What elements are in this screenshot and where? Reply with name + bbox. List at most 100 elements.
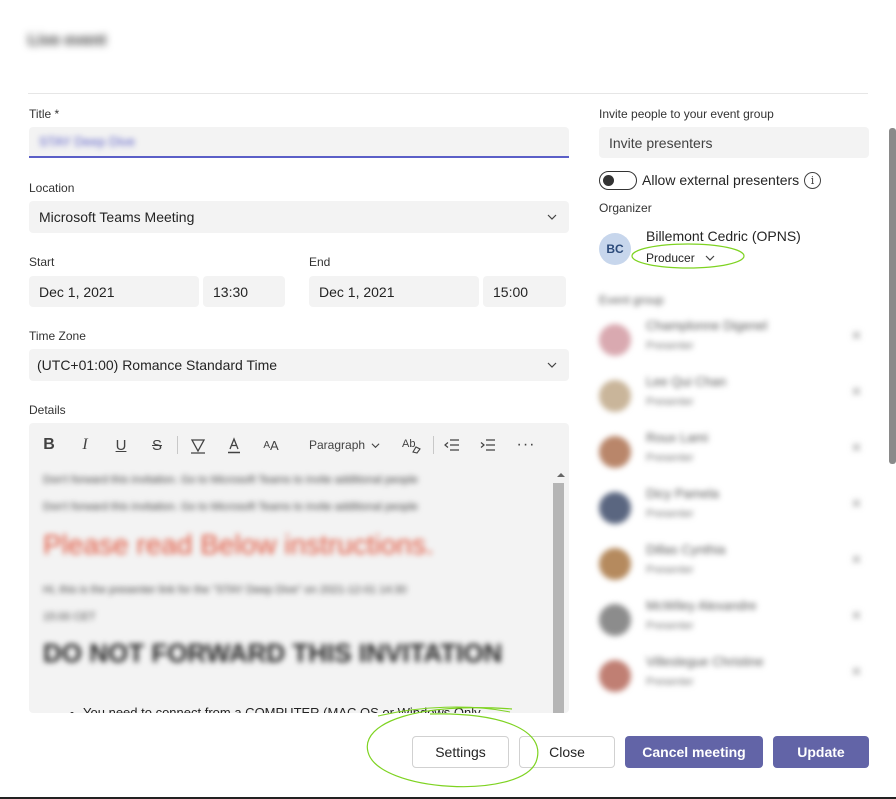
event-group-member: Lee Qui Chan Presenter ✕ bbox=[599, 374, 869, 418]
increase-indent-icon[interactable] bbox=[479, 435, 497, 455]
avatar bbox=[599, 548, 631, 580]
member-name: Lee Qui Chan bbox=[646, 374, 727, 389]
chevron-down-icon bbox=[547, 214, 557, 220]
member-role[interactable]: Presenter bbox=[646, 564, 694, 576]
paragraph-label: Paragraph bbox=[309, 438, 366, 452]
paragraph-dropdown[interactable]: Paragraph bbox=[309, 435, 380, 455]
timezone-label: Time Zone bbox=[29, 329, 86, 343]
panel-scrollbar[interactable] bbox=[889, 128, 896, 464]
event-group-member: Dicy Pamela Presenter ✕ bbox=[599, 486, 869, 530]
remove-member-icon[interactable]: ✕ bbox=[851, 664, 862, 680]
dialog-title: Live event bbox=[28, 32, 107, 49]
organizer-name: Billemont Cedric (OPNS) bbox=[646, 228, 801, 244]
details-line: 15:00 CET bbox=[43, 611, 96, 623]
remove-member-icon[interactable]: ✕ bbox=[851, 496, 862, 512]
member-role[interactable]: Presenter bbox=[646, 340, 694, 352]
details-label: Details bbox=[29, 403, 66, 417]
italic-icon[interactable]: I bbox=[77, 435, 93, 455]
title-value: STAY Deep Dive bbox=[39, 134, 136, 149]
invite-label: Invite people to your event group bbox=[599, 107, 774, 121]
invite-presenters-input[interactable]: Invite presenters bbox=[599, 127, 869, 158]
member-role[interactable]: Presenter bbox=[646, 620, 694, 632]
member-role[interactable]: Presenter bbox=[646, 452, 694, 464]
invite-placeholder: Invite presenters bbox=[609, 134, 713, 151]
remove-member-icon[interactable]: ✕ bbox=[851, 552, 862, 568]
organizer-role: Producer bbox=[646, 251, 695, 265]
avatar bbox=[599, 324, 631, 356]
member-role[interactable]: Presenter bbox=[646, 508, 694, 520]
allow-external-label: Allow external presenters bbox=[642, 172, 800, 188]
event-group-member: McWiley Alexandre Presenter ✕ bbox=[599, 598, 869, 642]
toggle-knob bbox=[603, 175, 614, 186]
underline-icon[interactable]: U bbox=[113, 435, 129, 455]
timezone-dropdown[interactable]: (UTC+01:00) Romance Standard Time bbox=[29, 349, 569, 381]
allow-external-toggle[interactable] bbox=[599, 171, 637, 190]
member-name: Champlonne Digenel bbox=[646, 318, 768, 333]
remove-member-icon[interactable]: ✕ bbox=[851, 608, 862, 624]
details-bullet: ●You need to connect from a COMPUTER (MA… bbox=[69, 705, 481, 713]
start-date-picker[interactable]: Dec 1, 2021 bbox=[29, 276, 199, 307]
location-value: Microsoft Teams Meeting bbox=[39, 209, 195, 225]
event-group-label: Event group bbox=[599, 293, 664, 307]
details-content: Don't forward this invitation. Go to Mic… bbox=[43, 471, 543, 713]
start-date-value: Dec 1, 2021 bbox=[39, 283, 115, 300]
avatar: BC bbox=[599, 233, 631, 265]
cancel-meeting-button[interactable]: Cancel meeting bbox=[625, 736, 763, 768]
details-red-heading: Please read Below instructions. bbox=[43, 529, 434, 560]
remove-member-icon[interactable]: ✕ bbox=[851, 440, 862, 456]
member-name: Dillas Cynthia bbox=[646, 542, 726, 557]
remove-member-icon[interactable]: ✕ bbox=[851, 384, 862, 400]
chevron-down-icon bbox=[705, 255, 715, 261]
scroll-up-arrow-icon[interactable] bbox=[556, 470, 566, 480]
member-name: Dicy Pamela bbox=[646, 486, 719, 501]
organizer-role-dropdown[interactable]: Producer bbox=[646, 251, 715, 265]
editor-scrollbar[interactable] bbox=[553, 483, 564, 713]
start-time-value: 13:30 bbox=[213, 283, 249, 300]
chevron-down-icon bbox=[371, 442, 380, 448]
member-role[interactable]: Presenter bbox=[646, 676, 694, 688]
location-label: Location bbox=[29, 181, 75, 195]
font-color-icon[interactable] bbox=[225, 435, 243, 455]
details-big-heading: DO NOT FORWARD THIS INVITATION bbox=[43, 638, 503, 668]
settings-button[interactable]: Settings bbox=[412, 736, 509, 768]
close-button[interactable]: Close bbox=[519, 736, 615, 768]
decrease-indent-icon[interactable] bbox=[443, 435, 461, 455]
more-options-icon[interactable]: ··· bbox=[517, 435, 535, 455]
start-time-picker[interactable]: 13:30 bbox=[203, 276, 285, 307]
strikethrough-icon[interactable]: S bbox=[149, 435, 165, 455]
update-button[interactable]: Update bbox=[773, 736, 869, 768]
location-dropdown[interactable]: Microsoft Teams Meeting bbox=[29, 201, 569, 233]
toolbar-separator bbox=[433, 436, 434, 454]
member-name: Roux Lami bbox=[646, 430, 709, 445]
avatar bbox=[599, 380, 631, 412]
font-size-icon[interactable]: AA bbox=[261, 435, 281, 455]
remove-member-icon[interactable]: ✕ bbox=[851, 328, 862, 344]
avatar bbox=[599, 492, 631, 524]
toolbar-separator bbox=[177, 436, 178, 454]
format-painter-icon[interactable]: Ab bbox=[401, 435, 423, 455]
highlight-icon[interactable] bbox=[189, 435, 207, 455]
event-group-member: Dillas Cynthia Presenter ✕ bbox=[599, 542, 869, 586]
title-label: Title * bbox=[29, 107, 60, 121]
start-label: Start bbox=[29, 255, 55, 269]
end-label: End bbox=[309, 255, 331, 269]
details-line: Don't forward this invitation. Go to Mic… bbox=[43, 501, 418, 513]
info-icon[interactable]: i bbox=[804, 172, 821, 189]
avatar bbox=[599, 436, 631, 468]
member-role[interactable]: Presenter bbox=[646, 396, 694, 408]
end-time-picker[interactable]: 15:00 bbox=[483, 276, 566, 307]
avatar bbox=[599, 604, 631, 636]
formatting-toolbar: B I U S AA Paragraph Ab ··· bbox=[29, 423, 569, 467]
svg-text:Ab: Ab bbox=[402, 438, 415, 450]
member-name: McWiley Alexandre bbox=[646, 598, 757, 613]
timezone-value: (UTC+01:00) Romance Standard Time bbox=[37, 357, 278, 373]
avatar bbox=[599, 660, 631, 692]
details-bullet-text: You need to connect from a COMPUTER (MAC… bbox=[83, 705, 481, 713]
bold-icon[interactable]: B bbox=[41, 435, 57, 455]
end-date-picker[interactable]: Dec 1, 2021 bbox=[309, 276, 479, 307]
header-divider bbox=[28, 93, 868, 94]
details-editor[interactable]: B I U S AA Paragraph Ab ··· Don't forwar… bbox=[29, 423, 569, 713]
details-line: Hi, this is the presenter link for the "… bbox=[43, 584, 407, 596]
title-input[interactable]: STAY Deep Dive bbox=[29, 127, 569, 158]
event-group-member: Champlonne Digenel Presenter ✕ bbox=[599, 318, 869, 362]
